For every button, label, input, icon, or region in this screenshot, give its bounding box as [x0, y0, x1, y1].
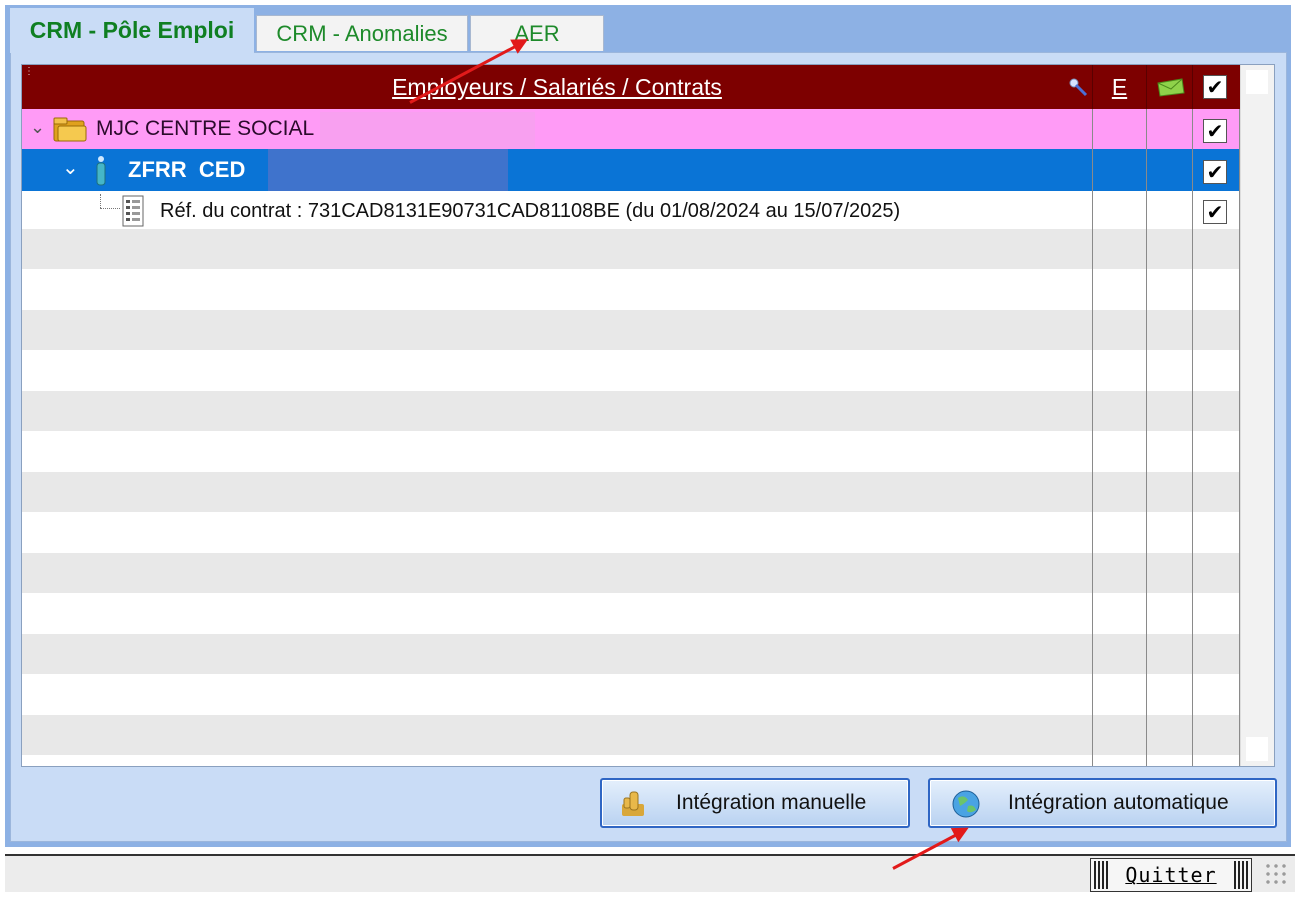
quit-label: Quitter — [1125, 863, 1217, 887]
grid-empty-row — [22, 391, 1240, 431]
select-all-checkbox[interactable]: ✔ — [1203, 75, 1227, 99]
employer-label: MJC CENTRE SOCIAL — [96, 117, 315, 140]
grid-empty-row — [22, 229, 1240, 269]
column-header-mail[interactable] — [1146, 65, 1192, 109]
grid-empty-row — [22, 553, 1240, 593]
chevron-down-icon[interactable]: ⌄ — [30, 117, 45, 138]
column-header-e[interactable]: E — [1092, 65, 1146, 109]
tab-aer[interactable]: AER — [470, 15, 604, 51]
mail-icon — [1157, 78, 1185, 97]
employers-grid: ⌄ MJC CENTRE SOCIAL ⌄ ZFRR CED Réf. du c… — [21, 64, 1275, 767]
globe-icon — [952, 790, 980, 818]
employee-label: ZFRR CED — [128, 157, 246, 182]
vertical-scrollbar[interactable] — [1240, 65, 1274, 766]
contract-checkbox[interactable]: ✔ — [1203, 200, 1227, 224]
employer-row[interactable]: ⌄ MJC CENTRE SOCIAL — [22, 109, 1240, 149]
contract-icon — [122, 195, 144, 227]
grid-empty-row — [22, 310, 1240, 350]
contract-row[interactable]: Réf. du contrat : 731CAD8131E90731CAD811… — [22, 192, 1240, 229]
manual-integration-icon — [622, 791, 644, 816]
column-divider — [1146, 109, 1147, 766]
chevron-down-icon[interactable]: ⌄ — [62, 155, 79, 179]
tab-crm-anomalies[interactable]: CRM - Anomalies — [256, 15, 468, 51]
manual-integration-button[interactable]: Intégration manuelle — [600, 778, 910, 828]
column-divider — [1092, 109, 1093, 766]
grid-empty-row — [22, 715, 1240, 755]
grid-empty-row — [22, 472, 1240, 512]
column-header-check[interactable]: ✔ — [1192, 65, 1240, 109]
quit-button[interactable]: Quitter — [1090, 858, 1252, 892]
redacted-block — [320, 112, 535, 148]
person-icon — [96, 156, 106, 186]
redacted-block — [268, 149, 508, 191]
tree-connector — [100, 194, 101, 208]
grid-header: ⋮ Employeurs / Salariés / Contrats E ✔ — [22, 65, 1240, 109]
column-divider — [1192, 109, 1193, 766]
column-header-title[interactable]: Employeurs / Salariés / Contrats — [22, 65, 1092, 109]
grid-empty-row — [22, 634, 1240, 674]
contract-label: Réf. du contrat : 731CAD8131E90731CAD811… — [160, 200, 901, 222]
tab-crm-pole-emploi[interactable]: CRM - Pôle Emploi — [10, 8, 254, 53]
employee-row[interactable]: ⌄ ZFRR CED — [22, 149, 1240, 191]
employer-checkbox[interactable]: ✔ — [1203, 119, 1227, 143]
scroll-down-button[interactable] — [1246, 737, 1268, 761]
key-icon[interactable] — [1066, 75, 1090, 99]
employee-checkbox[interactable]: ✔ — [1203, 160, 1227, 184]
resize-grip-icon[interactable] — [1264, 862, 1290, 888]
grip-icon — [1094, 861, 1108, 889]
auto-integration-label: Intégration automatique — [1008, 791, 1229, 814]
tree-connector — [100, 208, 120, 209]
auto-integration-button[interactable]: Intégration automatique — [928, 778, 1277, 828]
manual-integration-label: Intégration manuelle — [676, 791, 867, 814]
folder-icon — [53, 117, 87, 142]
crm-window: CRM - Anomalies AER CRM - Pôle Emploi ⌄ … — [0, 0, 1299, 899]
scroll-up-button[interactable] — [1246, 70, 1268, 94]
grip-icon — [1234, 861, 1248, 889]
